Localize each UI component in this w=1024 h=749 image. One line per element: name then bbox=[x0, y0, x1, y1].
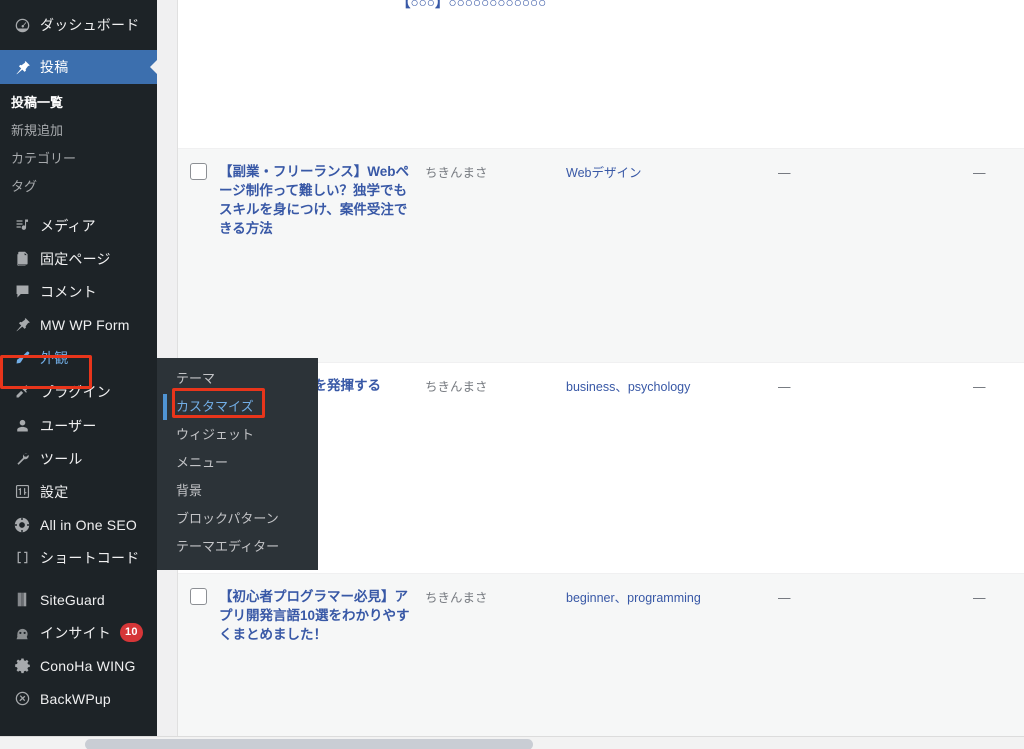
flyout-item-block-patterns[interactable]: ブロックパターン bbox=[157, 505, 318, 533]
flyout-item-theme-editor[interactable]: テーマエディター bbox=[157, 533, 318, 561]
sidebar-item-media[interactable]: メディア bbox=[0, 209, 157, 242]
backwpup-icon bbox=[11, 689, 33, 709]
pin-icon bbox=[11, 315, 33, 335]
sidebar-item-label: 投稿 bbox=[40, 59, 69, 75]
clipped-row-title[interactable]: 【○○○】○○○○○○○○○○○○ bbox=[397, 0, 546, 11]
sidebar-item-label: ショートコード bbox=[40, 549, 140, 566]
flyout-item-label: テーマ bbox=[176, 371, 216, 386]
flyout-item-label: ウィジェット bbox=[176, 427, 255, 442]
sidebar-item-label: ツール bbox=[40, 450, 83, 467]
row-select-checkbox[interactable] bbox=[190, 588, 207, 605]
gear-icon bbox=[11, 656, 33, 676]
post-title-link[interactable]: 【副業・フリーランス】Webページ制作って難しい？独学でもスキルを身につけ、案件… bbox=[219, 162, 419, 238]
sidebar-item-label: ユーザー bbox=[40, 417, 97, 434]
post-author: ちきんまさ bbox=[425, 166, 488, 180]
sidebar-item-comments[interactable]: コメント bbox=[0, 275, 157, 308]
sidebar-item-label: MW WP Form bbox=[40, 316, 130, 333]
flyout-item-themes[interactable]: テーマ bbox=[157, 365, 318, 393]
flyout-item-label: カスタマイズ bbox=[176, 399, 254, 414]
brush-icon bbox=[11, 348, 33, 368]
sidebar-item-label: ConoHa WING bbox=[40, 657, 136, 674]
sidebar-item-posts[interactable]: 投稿 bbox=[0, 50, 158, 84]
sidebar-separator bbox=[0, 574, 157, 583]
submenu-item-add-new[interactable]: 新規追加 bbox=[0, 117, 157, 145]
sidebar-item-settings[interactable]: 設定 bbox=[0, 475, 157, 508]
post-author: ちきんまさ bbox=[425, 591, 488, 605]
sidebar-item-label: BackWPup bbox=[40, 690, 111, 707]
submenu-item-tags[interactable]: タグ bbox=[0, 173, 157, 201]
sidebar-item-siteguard[interactable]: SiteGuard bbox=[0, 583, 157, 616]
post-categories[interactable]: beginner、programming bbox=[566, 589, 786, 608]
sidebar-item-label: 外観 bbox=[40, 349, 69, 366]
sidebar-item-conoha-wing[interactable]: ConoHa WING bbox=[0, 649, 157, 682]
submenu-item-all-posts[interactable]: 投稿一覧 bbox=[0, 89, 157, 117]
clipped-top-row: 【○○○】○○○○○○○○○○○○ bbox=[356, 0, 1024, 148]
post-categories[interactable]: Webデザイン bbox=[566, 164, 786, 183]
sidebar-item-label: プラグイン bbox=[40, 383, 111, 400]
flyout-item-background[interactable]: 背景 bbox=[157, 477, 318, 505]
post-tags: — bbox=[778, 166, 791, 180]
post-categories[interactable]: business、psychology bbox=[566, 378, 786, 397]
appearance-flyout-menu: テーマ カスタマイズ ウィジェット メニュー 背景 ブロックパターン テーマエデ… bbox=[157, 358, 318, 570]
settings-icon bbox=[11, 482, 33, 502]
sidebar-item-users[interactable]: ユーザー bbox=[0, 409, 157, 442]
sidebar-item-label: インサイト bbox=[40, 624, 111, 641]
row-select-checkbox[interactable] bbox=[190, 163, 207, 180]
sidebar-item-insight[interactable]: インサイト 10 bbox=[0, 616, 157, 649]
pin-icon bbox=[11, 57, 33, 77]
posts-submenu: 投稿一覧 新規追加 カテゴリー タグ bbox=[0, 84, 157, 209]
sidebar-item-appearance[interactable]: 外観 bbox=[0, 341, 157, 374]
post-author: ちきんまさ bbox=[425, 380, 488, 394]
media-icon bbox=[11, 216, 33, 236]
flyout-item-label: メニュー bbox=[176, 455, 229, 470]
flyout-item-menus[interactable]: メニュー bbox=[157, 449, 318, 477]
insight-icon bbox=[11, 623, 33, 643]
post-tags: — bbox=[778, 380, 791, 394]
admin-sidebar: ダッシュボード 投稿 投稿一覧 新規追加 カテゴリー タグ メディア 固定ページ… bbox=[0, 0, 158, 740]
post-comments: — bbox=[973, 166, 986, 180]
dashboard-icon bbox=[11, 15, 33, 35]
brackets-icon bbox=[11, 548, 33, 568]
wrench-icon bbox=[11, 449, 33, 469]
sidebar-item-label: SiteGuard bbox=[40, 591, 105, 608]
table-row[interactable]: 【副業・フリーランス】Webページ制作って難しい？独学でもスキルを身につけ、案件… bbox=[178, 148, 1024, 362]
siteguard-icon bbox=[11, 590, 33, 610]
sidebar-item-label: メディア bbox=[40, 217, 96, 234]
user-icon bbox=[11, 416, 33, 436]
insight-count-badge: 10 bbox=[120, 623, 143, 642]
post-tags: — bbox=[778, 591, 791, 605]
flyout-item-widgets[interactable]: ウィジェット bbox=[157, 421, 318, 449]
horizontal-scrollbar-thumb[interactable] bbox=[85, 739, 533, 749]
aioseo-icon bbox=[11, 515, 33, 535]
sidebar-item-label: All in One SEO bbox=[40, 516, 137, 533]
post-comments: — bbox=[973, 380, 986, 394]
sidebar-item-backwpup[interactable]: BackWPup bbox=[0, 682, 157, 715]
table-row[interactable]: 【初心者プログラマー必見】アプリ開発言語10選をわかりやすくまとめました！ ちき… bbox=[178, 573, 1024, 737]
flyout-item-customize[interactable]: カスタマイズ bbox=[157, 393, 318, 421]
sidebar-item-label: ダッシュボード bbox=[40, 17, 140, 33]
sidebar-item-label: 設定 bbox=[40, 483, 69, 500]
sidebar-item-all-in-one-seo[interactable]: All in One SEO bbox=[0, 508, 157, 541]
flyout-item-label: テーマエディター bbox=[176, 539, 280, 554]
sidebar-item-label: コメント bbox=[40, 283, 97, 300]
sidebar-item-plugins[interactable]: プラグイン bbox=[0, 374, 157, 409]
comment-icon bbox=[11, 282, 33, 302]
sidebar-item-mw-wp-form[interactable]: MW WP Form bbox=[0, 308, 157, 341]
horizontal-scrollbar[interactable] bbox=[0, 736, 1024, 749]
flyout-item-label: 背景 bbox=[176, 483, 203, 498]
post-comments: — bbox=[973, 591, 986, 605]
sidebar-item-label: 固定ページ bbox=[40, 250, 111, 267]
submenu-item-categories[interactable]: カテゴリー bbox=[0, 145, 157, 173]
wordpress-admin-screen: 【○○○】○○○○○○○○○○○○ 【副業・フリーランス】Webページ制作って難… bbox=[0, 0, 1024, 749]
post-title-link[interactable]: 【初心者プログラマー必見】アプリ開発言語10選をわかりやすくまとめました！ bbox=[219, 587, 419, 644]
sidebar-item-shortcode[interactable]: ショートコード bbox=[0, 541, 157, 574]
sidebar-item-pages[interactable]: 固定ページ bbox=[0, 242, 157, 275]
flyout-item-label: ブロックパターン bbox=[176, 511, 279, 526]
sidebar-item-dashboard[interactable]: ダッシュボード bbox=[0, 0, 157, 50]
plugin-icon bbox=[11, 382, 33, 402]
pages-icon bbox=[11, 249, 33, 269]
sidebar-item-tools[interactable]: ツール bbox=[0, 442, 157, 475]
